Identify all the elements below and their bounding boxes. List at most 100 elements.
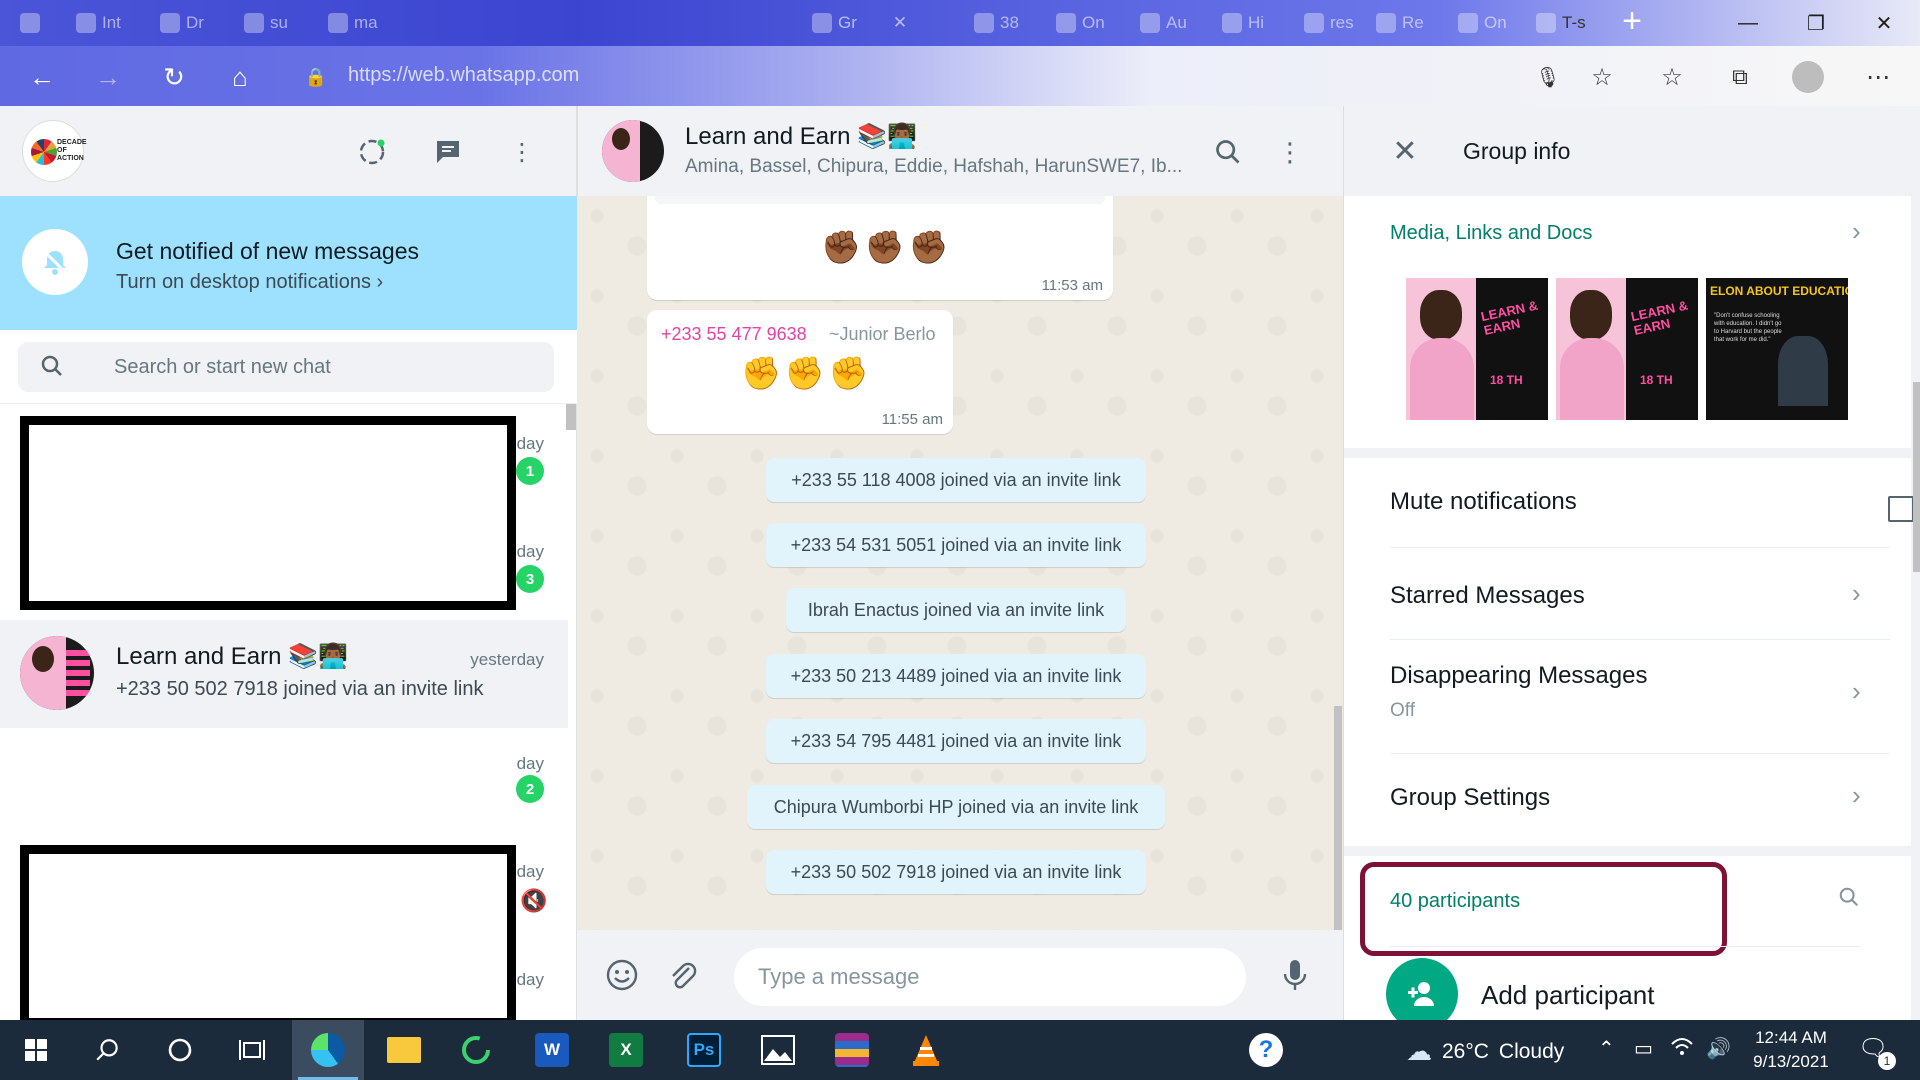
system-clock[interactable]: 12:44 AM 9/13/2021 [1736, 1026, 1846, 1074]
browser-tab[interactable]: Hi [1222, 8, 1264, 38]
browser-menu-icon[interactable]: ⋯ [1858, 60, 1898, 94]
close-icon[interactable]: ✕ [1384, 130, 1426, 172]
browser-tab[interactable]: On [1056, 8, 1105, 38]
microphone-blocked-icon[interactable]: 🎙 [1528, 60, 1568, 94]
home-icon[interactable]: ⌂ [220, 60, 260, 94]
browser-tab[interactable]: T-s [1536, 8, 1586, 38]
cortana-icon[interactable] [144, 1020, 216, 1080]
disappearing-messages-row[interactable]: Disappearing Messages Off › [1390, 640, 1890, 754]
start-button[interactable] [0, 1020, 72, 1080]
file-explorer-icon[interactable] [368, 1020, 440, 1080]
unread-badge: 1 [516, 457, 544, 485]
participants-section: 40 participants Add participant [1344, 856, 1911, 1020]
browser-tab[interactable]: Dr [160, 8, 204, 38]
media-thumbnail[interactable]: LEARN & EARN 18 TH [1556, 278, 1698, 420]
message-bubble[interactable]: +233 55 477 9638 ~Junior Berlo ✊✊✊ 11:55… [647, 310, 953, 434]
chevron-right-icon[interactable]: › [1852, 216, 1861, 247]
chat-time: day [516, 434, 544, 453]
media-links-docs-link[interactable]: Media, Links and Docs [1390, 222, 1592, 245]
add-favorite-icon[interactable]: ☆ [1582, 60, 1622, 94]
conversation-menu-icon[interactable]: ⋮ [1270, 132, 1310, 172]
clock-date: 9/13/2021 [1753, 1052, 1829, 1071]
browser-tab[interactable]: Au [1140, 8, 1187, 38]
maximize-button[interactable]: ❐ [1796, 8, 1836, 38]
search-icon[interactable] [72, 1020, 144, 1080]
word-icon[interactable]: W [516, 1020, 588, 1080]
browser-tab[interactable]: ma [328, 8, 378, 38]
weather-widget[interactable]: ☁ 26°C Cloudy [1406, 1036, 1564, 1067]
status-icon[interactable] [352, 132, 392, 172]
profile-avatar[interactable] [1788, 60, 1828, 94]
search-input[interactable] [114, 342, 534, 392]
media-thumbnail[interactable]: ELON ABOUT EDUCATION "Don't confuse scho… [1706, 278, 1848, 420]
mute-checkbox[interactable] [1888, 496, 1914, 522]
help-icon[interactable]: ? [1230, 1020, 1302, 1080]
photoshop-icon[interactable]: Ps [668, 1020, 740, 1080]
message-input[interactable] [734, 948, 1246, 1006]
group-avatar[interactable] [602, 120, 664, 182]
unread-badge: 3 [516, 565, 544, 593]
group-members: Amina, Bassel, Chipura, Eddie, Hafshah, … [685, 156, 1183, 177]
minimize-button[interactable]: — [1728, 8, 1768, 38]
browser-tab[interactable]: Int [76, 8, 121, 38]
chatlist-scrollbar[interactable] [566, 404, 576, 430]
vlc-icon[interactable] [890, 1020, 962, 1080]
add-participant-button[interactable]: Add participant [1481, 980, 1654, 1011]
battery-icon[interactable]: ▭ [1634, 1036, 1653, 1061]
attach-icon[interactable] [661, 954, 703, 996]
conversation-scrollbar[interactable] [1334, 706, 1342, 930]
wifi-icon[interactable] [1670, 1036, 1694, 1062]
emoji-icon[interactable] [601, 954, 643, 996]
avatar-text: DECADE OF ACTION [57, 139, 87, 162]
refresh-icon[interactable]: ↻ [154, 60, 194, 94]
edge-icon[interactable] [292, 1020, 364, 1080]
browser-tab[interactable]: su [244, 8, 288, 38]
photos-icon[interactable] [742, 1020, 814, 1080]
enable-notifications-link[interactable]: Turn on desktop notifications › [116, 271, 383, 294]
address-url[interactable]: https://web.whatsapp.com [348, 64, 579, 87]
browser-tab[interactable]: res [1304, 8, 1354, 38]
browser-tab[interactable]: On [1458, 8, 1507, 38]
group-info-scrollbar[interactable] [1913, 382, 1920, 572]
conversation-header[interactable]: Learn and Earn 📚👨🏾‍💻 Amina, Bassel, Chip… [577, 106, 1343, 196]
doc-icon [328, 13, 348, 33]
tab-close-icon[interactable]: ✕ [893, 13, 907, 33]
browser-tab[interactable]: 38 [974, 8, 1019, 38]
favorites-icon[interactable]: ☆ [1652, 60, 1692, 94]
chat-list-item[interactable]: day 2 [0, 728, 568, 836]
winrar-icon[interactable] [816, 1020, 888, 1080]
refresh-app-icon[interactable] [440, 1020, 512, 1080]
browser-tab-current[interactable]: Gr ✕ [812, 8, 907, 38]
chat-time: yesterday [470, 650, 544, 669]
media-section: Media, Links and Docs › LEARN & EARN 18 … [1344, 196, 1911, 448]
browser-tab[interactable]: Re [1376, 8, 1424, 38]
media-thumbnail[interactable]: LEARN & EARN 18 TH [1406, 278, 1548, 420]
forward-icon[interactable]: → [88, 60, 128, 94]
lock-icon[interactable]: 🔒 [296, 60, 336, 94]
menu-icon[interactable]: ⋮ [502, 132, 542, 172]
message-bubble[interactable]: ✊🏾✊🏾✊🏾 11:53 am [647, 196, 1113, 300]
new-tab-button[interactable]: + [1614, 4, 1650, 40]
search-box[interactable] [18, 342, 554, 392]
add-participant-icon[interactable] [1386, 958, 1458, 1020]
notification-banner[interactable]: Get notified of new messages Turn on des… [0, 196, 577, 330]
chat-list-item-learn-and-earn[interactable]: Learn and Earn 📚👨🏾‍💻 yesterday +233 50 5… [0, 620, 568, 728]
task-view-icon[interactable] [216, 1020, 288, 1080]
profile-avatar[interactable]: DECADE OF ACTION [22, 120, 87, 182]
search-participants-icon[interactable] [1838, 886, 1860, 914]
excel-icon[interactable]: X [590, 1020, 662, 1080]
notification-title: Get notified of new messages [116, 238, 419, 264]
tab-actions-icon[interactable] [20, 8, 40, 38]
back-icon[interactable]: ← [22, 60, 62, 94]
window-close-button[interactable]: ✕ [1864, 8, 1904, 38]
volume-icon[interactable]: 🔊 [1706, 1036, 1731, 1061]
chevron-up-icon[interactable]: ⌃ [1598, 1036, 1615, 1061]
collections-icon[interactable]: ⧉ [1720, 60, 1760, 94]
message-sender[interactable]: +233 55 477 9638 [661, 324, 807, 345]
new-chat-icon[interactable] [428, 132, 468, 172]
group-settings-row[interactable]: Group Settings › [1390, 754, 1890, 846]
microphone-icon[interactable] [1274, 954, 1316, 996]
starred-messages-row[interactable]: Starred Messages › [1390, 548, 1890, 640]
search-messages-icon[interactable] [1208, 132, 1248, 172]
mute-notifications-row[interactable]: Mute notifications [1390, 458, 1914, 548]
